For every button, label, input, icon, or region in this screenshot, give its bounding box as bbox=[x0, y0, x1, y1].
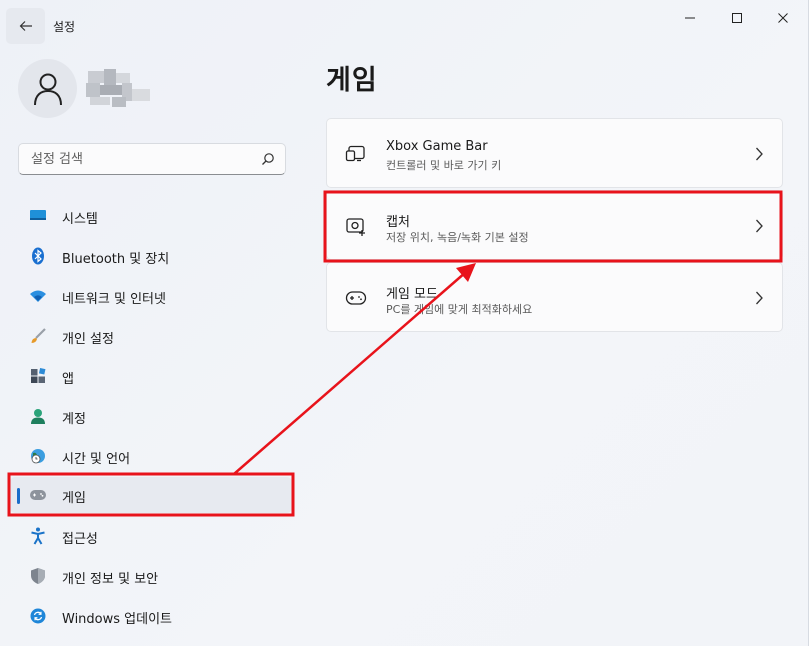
update-icon bbox=[29, 607, 47, 625]
sidebar-item-label: 시스템 bbox=[62, 212, 98, 227]
card-title: 게임 모드 bbox=[386, 287, 438, 302]
sidebar-item-time[interactable]: 시간 및 언어 bbox=[10, 438, 292, 474]
sidebar-item-accessibility[interactable]: 접근성 bbox=[10, 518, 292, 554]
gamepad-outline-icon bbox=[345, 291, 367, 305]
sidebar-item-label: Bluetooth 및 장치 bbox=[62, 252, 170, 267]
gamepad-icon bbox=[29, 486, 47, 504]
app-title: 설정 bbox=[53, 20, 76, 34]
settings-window: 설정 설정 검색 시스템 Bluetooth 및 장치 네트워크 및 인터넷 개… bbox=[0, 0, 809, 646]
card-title: Xbox Game Bar bbox=[386, 139, 488, 154]
card-subtitle: PC를 게임에 맞게 최적화하세요 bbox=[386, 303, 533, 316]
card-xbox-game-bar[interactable]: Xbox Game Bar 컨트롤러 및 바로 가기 키 bbox=[326, 118, 783, 188]
card-subtitle: 컨트롤러 및 바로 가기 키 bbox=[386, 159, 502, 172]
minimize-icon bbox=[685, 17, 695, 19]
sidebar-item-label: 접근성 bbox=[62, 532, 98, 547]
card-game-mode[interactable]: 게임 모드 PC를 게임에 맞게 최적화하세요 bbox=[326, 262, 783, 332]
globe-clock-icon bbox=[29, 447, 47, 465]
title-bar: 설정 bbox=[0, 0, 809, 48]
search-input[interactable] bbox=[19, 144, 249, 174]
bluetooth-icon bbox=[29, 247, 47, 265]
sidebar-item-accounts[interactable]: 계정 bbox=[10, 398, 292, 434]
sidebar-item-system[interactable]: 시스템 bbox=[10, 198, 292, 234]
apps-icon bbox=[29, 367, 47, 385]
chevron-right-icon bbox=[756, 147, 763, 161]
chevron-right-icon bbox=[756, 219, 763, 233]
accessibility-icon bbox=[29, 527, 47, 545]
maximize-button[interactable] bbox=[714, 4, 760, 32]
profile-name-blurred bbox=[86, 69, 152, 109]
back-button[interactable] bbox=[6, 8, 45, 44]
capture-icon bbox=[346, 218, 365, 236]
close-button[interactable] bbox=[760, 4, 806, 32]
page-title: 게임 bbox=[326, 65, 378, 96]
card-title: 캡처 bbox=[386, 215, 410, 230]
sidebar-item-label: 개인 설정 bbox=[62, 332, 114, 347]
account-icon bbox=[29, 407, 47, 425]
sidebar-item-update[interactable]: Windows 업데이트 bbox=[10, 598, 292, 634]
brush-icon bbox=[29, 327, 47, 345]
avatar[interactable] bbox=[18, 59, 77, 118]
search-box[interactable] bbox=[18, 143, 286, 175]
sidebar-item-apps[interactable]: 앱 bbox=[10, 358, 292, 394]
user-icon bbox=[33, 73, 62, 105]
sidebar-item-network[interactable]: 네트워크 및 인터넷 bbox=[10, 278, 292, 314]
sidebar-item-label: Windows 업데이트 bbox=[62, 612, 173, 627]
sidebar-item-personalization[interactable]: 개인 설정 bbox=[10, 318, 292, 354]
sidebar-item-bluetooth[interactable]: Bluetooth 및 장치 bbox=[10, 238, 292, 274]
active-indicator bbox=[17, 488, 20, 504]
sidebar-item-label: 시간 및 언어 bbox=[62, 452, 131, 467]
card-subtitle: 저장 위치, 녹음/녹화 기본 설정 bbox=[386, 231, 529, 244]
search-icon[interactable] bbox=[261, 152, 275, 166]
monitor-icon bbox=[29, 207, 47, 225]
game-bar-icon bbox=[345, 145, 365, 162]
sidebar-item-label: 개인 정보 및 보안 bbox=[62, 572, 159, 587]
sidebar-item-privacy[interactable]: 개인 정보 및 보안 bbox=[10, 558, 292, 594]
back-arrow-icon bbox=[19, 21, 32, 31]
sidebar-item-label: 앱 bbox=[62, 372, 74, 387]
maximize-icon bbox=[732, 13, 742, 23]
close-icon bbox=[778, 13, 788, 23]
wifi-icon bbox=[29, 287, 47, 305]
sidebar-item-label: 게임 bbox=[62, 491, 86, 506]
card-capture[interactable]: 캡처 저장 위치, 녹음/녹화 기본 설정 bbox=[326, 190, 783, 260]
sidebar-item-gaming[interactable]: 게임 bbox=[10, 477, 292, 513]
sidebar-item-label: 계정 bbox=[62, 412, 86, 427]
sidebar-item-label: 네트워크 및 인터넷 bbox=[62, 292, 166, 307]
shield-icon bbox=[29, 567, 47, 585]
minimize-button[interactable] bbox=[667, 4, 713, 32]
chevron-right-icon bbox=[756, 291, 763, 305]
